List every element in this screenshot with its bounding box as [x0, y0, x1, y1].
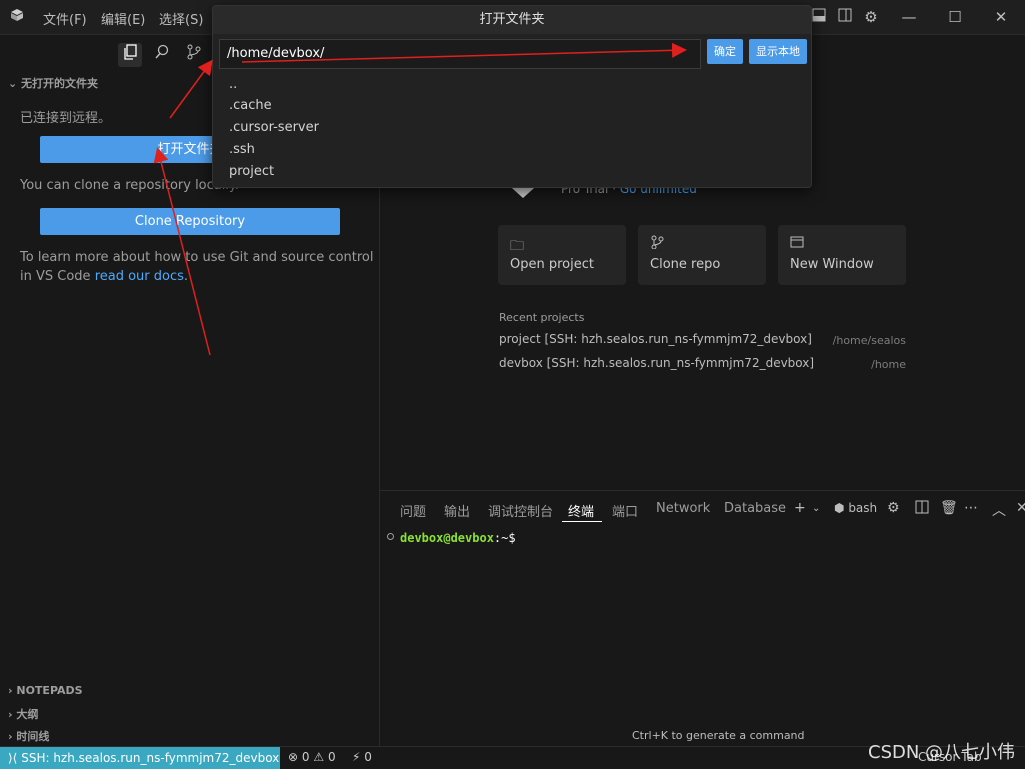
cursor-logo-icon — [6, 6, 28, 28]
quickpick-title: 打开文件夹 — [213, 6, 811, 34]
clone-repo-tile[interactable]: Clone repo — [638, 225, 766, 285]
connected-text: 已连接到远程。 — [20, 111, 112, 126]
clone-hint: You can clone a repository locally. — [20, 178, 239, 193]
toggle-secondary-sidebar-icon[interactable] — [834, 6, 856, 28]
outline-section[interactable]: › 大纲 — [8, 706, 38, 722]
explorer-icon[interactable] — [118, 43, 142, 67]
list-item[interactable]: .ssh — [229, 142, 255, 157]
list-item[interactable]: .. — [229, 77, 237, 92]
new-terminal-icon[interactable]: + — [794, 500, 806, 516]
watermark: CSDN @八七小伟 — [868, 742, 1016, 763]
close-icon[interactable]: ✕ — [990, 6, 1012, 28]
trash-icon[interactable]: 🗑 — [940, 500, 958, 516]
open-project-label: Open project — [510, 257, 594, 272]
outline-label: 大纲 — [16, 708, 39, 721]
ports-count: 0 — [364, 750, 372, 764]
remote-label: SSH: hzh.sealos.run_ns-fymmjm72_devbox — [21, 751, 280, 765]
active-tab-indicator — [562, 521, 602, 522]
learn-text-line1: To learn more about how to use Git and s… — [20, 250, 374, 265]
ok-button[interactable]: 确定 — [707, 39, 743, 64]
error-count: 0 — [301, 750, 310, 764]
learn-text-prefix: in VS Code — [20, 269, 95, 284]
new-window-label: New Window — [790, 257, 874, 272]
more-actions-icon[interactable]: ⋯ — [964, 500, 978, 516]
recent-project-item[interactable]: project [SSH: hzh.sealos.run_ns-fymmjm72… — [499, 332, 812, 346]
remote-indicator[interactable]: ⟩⟨ SSH: hzh.sealos.run_ns-fymmjm72_devbo… — [0, 747, 280, 769]
tab-ports[interactable]: 端口 — [612, 501, 638, 520]
notepads-label: NOTEPADS — [16, 684, 83, 697]
menu-edit[interactable]: 编辑(E) — [101, 9, 145, 28]
ports-indicator[interactable]: ⚡ 0 — [352, 750, 372, 764]
open-folder-quickpick: 打开文件夹 /home/devbox/ 确定 显示本地 .. .cache .c… — [212, 5, 812, 188]
clone-repo-label: Clone repo — [650, 257, 721, 272]
menu-file[interactable]: 文件(F) — [43, 9, 87, 28]
section-title: 无打开的文件夹 — [21, 77, 99, 90]
shell-name: bash — [848, 501, 878, 515]
recent-projects-title: Recent projects — [499, 311, 585, 324]
prompt-path: :~$ — [493, 531, 516, 545]
shell-cube-icon: ⬢ — [834, 501, 845, 515]
bottom-panel: 问题 输出 调试控制台 终端 端口 Network Database + ⌄ ⬢… — [380, 490, 1025, 746]
terminal-prompt[interactable]: devbox@devbox:~$ — [400, 531, 516, 545]
recent-project-item[interactable]: devbox [SSH: hzh.sealos.run_ns-fymmjm72_… — [499, 356, 814, 370]
recent-project-path: /home/sealos — [832, 334, 906, 347]
chevron-down-icon: ⌄ — [8, 77, 18, 90]
tab-database[interactable]: Database — [724, 501, 786, 516]
search-icon[interactable] — [150, 43, 174, 67]
settings-gear-icon[interactable]: ⚙ — [860, 6, 882, 28]
folder-icon: 🗀 — [510, 238, 524, 254]
list-item[interactable]: .cache — [229, 98, 272, 113]
minimize-icon[interactable]: — — [898, 6, 920, 28]
split-terminal-icon[interactable] — [915, 500, 929, 518]
tab-network[interactable]: Network — [656, 501, 710, 516]
prompt-user: devbox@devbox — [400, 531, 494, 545]
list-item[interactable]: .cursor-server — [229, 120, 319, 135]
open-project-tile[interactable]: 🗀 Open project — [498, 225, 626, 285]
new-window-tile[interactable]: New Window — [778, 225, 906, 285]
no-folder-section-header[interactable]: ⌄ 无打开的文件夹 — [8, 75, 98, 91]
path-input[interactable]: /home/devbox/ — [219, 39, 701, 69]
tab-terminal[interactable]: 终端 — [568, 501, 594, 520]
chevron-down-icon[interactable]: ⌄ — [812, 503, 820, 514]
clone-repository-button[interactable]: Clone Repository — [40, 208, 340, 235]
warning-count: 0 — [327, 750, 336, 764]
notepads-section[interactable]: › NOTEPADS — [8, 684, 83, 697]
menu-selection[interactable]: 选择(S) — [159, 9, 203, 28]
learn-text-line2: in VS Code read our docs. — [20, 269, 188, 284]
docs-link[interactable]: read our docs — [95, 269, 184, 284]
maximize-panel-icon[interactable]: ︿ — [992, 500, 1006, 520]
warning-icon: ⚠ — [313, 750, 325, 764]
close-panel-icon[interactable]: ✕ — [1016, 500, 1025, 516]
tab-debug-console[interactable]: 调试控制台 — [488, 501, 553, 520]
problems-indicator[interactable]: ⊗ 0 ⚠ 0 — [288, 750, 336, 764]
recent-project-path: /home — [871, 358, 906, 371]
terminal-hint: Ctrl+K to generate a command — [632, 729, 805, 742]
git-branch-icon — [650, 235, 664, 253]
tab-problems[interactable]: 问题 — [400, 501, 426, 520]
timeline-section[interactable]: › 时间线 — [8, 728, 49, 744]
list-item[interactable]: project — [229, 164, 274, 179]
learn-text-end: . — [183, 269, 189, 284]
remote-icon: ⟩⟨ — [8, 751, 18, 765]
broadcast-icon: ⚡ — [352, 750, 361, 764]
terminal-shell-selector[interactable]: ⬢ bash — [834, 501, 877, 515]
settings-gear-icon[interactable]: ⚙ — [887, 500, 900, 516]
show-local-button[interactable]: 显示本地 — [749, 39, 807, 64]
maximize-icon[interactable]: ☐ — [944, 6, 966, 28]
error-icon: ⊗ — [288, 750, 299, 764]
tab-output[interactable]: 输出 — [444, 501, 470, 520]
window-icon — [790, 235, 804, 253]
command-decoration-icon — [387, 533, 394, 540]
source-control-icon[interactable] — [182, 43, 206, 67]
timeline-label: 时间线 — [16, 730, 50, 743]
